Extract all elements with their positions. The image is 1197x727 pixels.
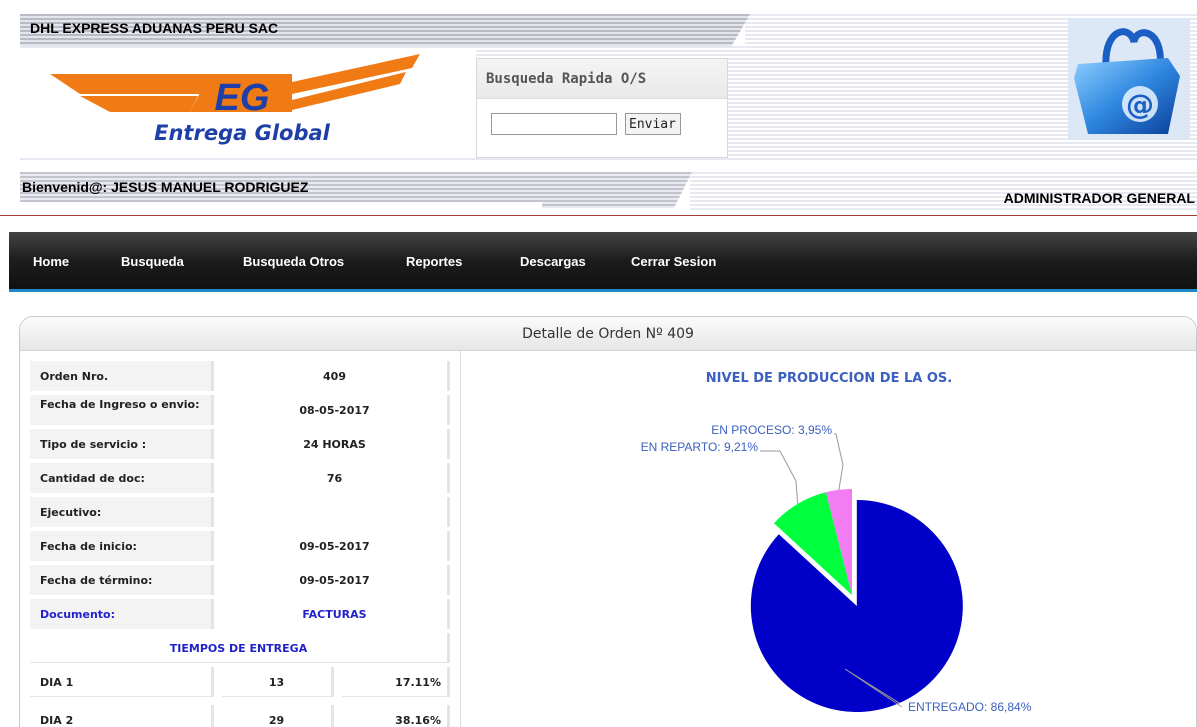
pie-label-en-reparto: EN REPARTO: 9,21% — [641, 440, 759, 454]
detail-value: FACTURAS — [222, 599, 450, 629]
detail-row: Ejecutivo: — [30, 497, 450, 527]
delivery-day-percent: 17.11% — [342, 667, 450, 697]
welcome-bar-end — [542, 172, 692, 208]
nav-busqueda-otros[interactable]: Busqueda Otros — [243, 254, 344, 269]
detail-row: Cantidad de doc: 76 — [30, 463, 450, 493]
production-pie-chart: NIVEL DE PRODUCCION DE LA OS. ENTREGADO:… — [462, 351, 1196, 727]
nav-descargas[interactable]: Descargas — [520, 254, 586, 269]
detail-label: Fecha de término: — [30, 565, 214, 595]
detail-row: Fecha de Ingreso o envio: 08-05-2017 — [30, 395, 450, 425]
detail-label: Ejecutivo: — [30, 497, 214, 527]
send-button[interactable]: Enviar — [625, 113, 681, 135]
panel-title: Detalle de Orden Nº 409 — [20, 317, 1196, 351]
detail-label: Tipo de servicio : — [30, 429, 214, 459]
header-divider — [0, 215, 1197, 216]
logo-letters: EG — [215, 77, 270, 119]
delivery-times-title: TIEMPOS DE ENTREGA — [30, 633, 450, 663]
section-row: TIEMPOS DE ENTREGA — [30, 633, 450, 663]
nav-reportes[interactable]: Reportes — [406, 254, 462, 269]
pie-chart-svg: NIVEL DE PRODUCCION DE LA OS. ENTREGADO:… — [641, 371, 1032, 714]
detail-value: 09-05-2017 — [222, 531, 450, 561]
detail-row: Fecha de término: 09-05-2017 — [30, 565, 450, 595]
detail-value: 08-05-2017 — [222, 395, 450, 425]
shopping-bag-icon: @ — [1068, 18, 1190, 140]
detail-label: Fecha de inicio: — [30, 531, 214, 561]
bag-at-symbol: @ — [1126, 88, 1154, 121]
detail-value — [222, 497, 450, 527]
pie-label-en-proceso: EN PROCESO: 3,95% — [711, 423, 832, 437]
detail-row: Documento: FACTURAS — [30, 599, 450, 629]
logo-tagline: Entrega Global — [154, 121, 331, 145]
detail-label: Documento: — [30, 599, 214, 629]
order-detail-table: Orden Nro. 409 Fecha de Ingreso o envio:… — [20, 351, 461, 727]
pie-leader-line — [760, 450, 799, 504]
order-detail-panel: Detalle de Orden Nº 409 Orden Nro. 409 F… — [19, 316, 1197, 727]
detail-value: 76 — [222, 463, 450, 493]
delivery-day-percent: 38.16% — [342, 705, 450, 727]
nav-home[interactable]: Home — [33, 254, 69, 269]
delivery-day-count: 13 — [222, 667, 334, 697]
main-nav: Home Busqueda Busqueda Otros Reportes De… — [9, 232, 1197, 292]
nav-cerrar-sesion[interactable]: Cerrar Sesion — [631, 254, 716, 269]
delivery-day-count: 29 — [222, 705, 334, 727]
detail-label: Cantidad de doc: — [30, 463, 214, 493]
company-name: DHL EXPRESS ADUANAS PERU SAC — [30, 20, 279, 36]
pie-slice-entregado — [750, 499, 963, 712]
detail-value: 24 HORAS — [222, 429, 450, 459]
delivery-day-label: DIA 2 — [30, 705, 214, 727]
detail-value: 09-05-2017 — [222, 565, 450, 595]
quick-search-box: Busqueda Rapida O/S Enviar — [476, 58, 728, 158]
pie-label-entregado: ENTREGADO: 86,84% — [908, 700, 1032, 714]
detail-label: Orden Nro. — [30, 361, 214, 391]
detail-row: Orden Nro. 409 — [30, 361, 450, 391]
detail-row: Tipo de servicio : 24 HORAS — [30, 429, 450, 459]
detail-row: Fecha de inicio: 09-05-2017 — [30, 531, 450, 561]
detail-label: Fecha de Ingreso o envio: — [30, 395, 214, 425]
pie-leader-line — [834, 433, 844, 490]
quick-search-title: Busqueda Rapida O/S — [477, 59, 727, 99]
header: DHL EXPRESS ADUANAS PERU SAC EG Entrega … — [0, 0, 1197, 220]
delivery-time-row: DIA 2 29 38.16% — [30, 705, 450, 727]
quick-search-input[interactable] — [491, 113, 617, 135]
delivery-day-label: DIA 1 — [30, 667, 214, 697]
logo-image: EG Entrega Global — [50, 54, 420, 145]
delivery-time-row: DIA 1 13 17.11% — [30, 667, 450, 697]
user-role: ADMINISTRADOR GENERAL — [1003, 190, 1195, 206]
chart-title: NIVEL DE PRODUCCION DE LA OS. — [706, 371, 952, 386]
logo: EG Entrega Global — [20, 48, 476, 158]
detail-value: 409 — [222, 361, 450, 391]
nav-busqueda[interactable]: Busqueda — [121, 254, 184, 269]
welcome-text: Bienvenid@: JESUS MANUEL RODRIGUEZ — [22, 179, 309, 195]
